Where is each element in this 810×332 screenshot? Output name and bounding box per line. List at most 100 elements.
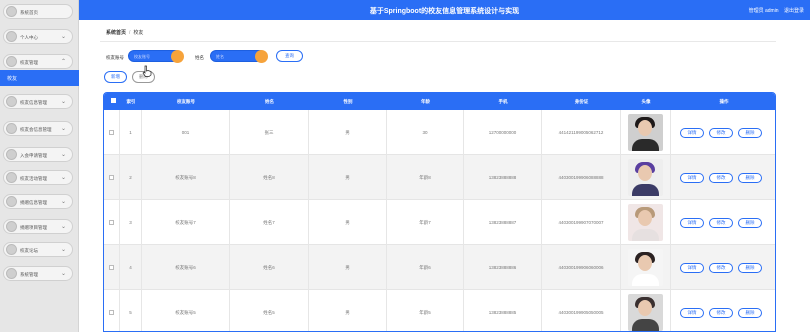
delete-button[interactable]: 删除 <box>738 308 762 318</box>
group-icon <box>6 123 17 134</box>
sidebar-item-donation[interactable]: 捐赠信息管理 ⌄ <box>3 194 73 209</box>
chevron-down-icon: ⌄ <box>60 126 66 132</box>
cell-age: 年龄5 <box>419 310 431 315</box>
detail-button[interactable]: 详情 <box>680 128 704 138</box>
chevron-down-icon: ⌄ <box>60 175 66 181</box>
table-row[interactable]: 4 校友账号6 姓名6 男 年龄6 13823888886 4403001999… <box>104 245 775 290</box>
sidebar-item-association[interactable]: 校友会信息管理 ⌄ <box>3 121 73 136</box>
edit-button[interactable]: 修改 <box>709 128 733 138</box>
cell-account: 校友账号8 <box>175 175 196 180</box>
edit-button[interactable]: 修改 <box>709 173 733 183</box>
sidebar-item-label: 校友活动管理 <box>20 176 47 181</box>
sidebar-item-label: 校友管理 <box>20 60 38 65</box>
add-button[interactable]: 新增 <box>104 71 127 83</box>
cell-name: 姓名5 <box>263 310 275 315</box>
edit-button[interactable]: 修改 <box>709 308 733 318</box>
avatar <box>628 159 663 196</box>
sidebar-item-alumni-info[interactable]: 校友信息管理 ⌄ <box>3 94 73 109</box>
cell-idcard: 440300199905050005 <box>558 310 604 315</box>
sidebar-item-label: 校友信息管理 <box>20 100 47 105</box>
sidebar-item-forum[interactable]: 校友论坛 ⌄ <box>3 242 73 257</box>
chevron-down-icon: ⌄ <box>60 224 66 230</box>
cell-gender: 男 <box>345 220 350 225</box>
col-name: 姓名 <box>265 99 274 104</box>
cell-name: 姓名8 <box>263 175 275 180</box>
sidebar: 系统首页 个人中心 ⌄ 校友管理 ⌃ 校友 校友信息管理 ⌄ 校友会信息管理 ⌄… <box>0 0 79 332</box>
cell-gender: 男 <box>345 265 350 270</box>
col-account: 校友账号 <box>177 99 195 104</box>
detail-button[interactable]: 详情 <box>680 263 704 273</box>
cell-index: 4 <box>129 265 132 270</box>
sidebar-item-donation-project[interactable]: 捐赠项目管理 ⌄ <box>3 219 73 234</box>
chevron-down-icon: ⌄ <box>60 247 66 253</box>
sidebar-item-home[interactable]: 系统首页 <box>3 4 73 19</box>
cell-phone: 13823888887 <box>488 220 517 225</box>
sidebar-item-label: 校友论坛 <box>20 248 38 253</box>
cell-gender: 男 <box>345 130 350 135</box>
cell-gender: 男 <box>345 175 350 180</box>
table-row[interactable]: 1 001 张三 男 30 12700000000 44142119900506… <box>104 110 775 155</box>
edit-button[interactable]: 修改 <box>709 218 733 228</box>
delete-button[interactable]: 删除 <box>738 263 762 273</box>
sidebar-item-alumni[interactable]: 校友管理 ⌃ <box>3 54 73 69</box>
cell-gender: 男 <box>345 310 350 315</box>
row-checkbox[interactable] <box>104 175 119 181</box>
cell-idcard: 440300199906088888 <box>558 175 604 180</box>
row-checkbox[interactable] <box>104 220 119 226</box>
sidebar-item-label: 校友会信息管理 <box>20 127 52 132</box>
name-search-input[interactable] <box>216 53 252 60</box>
delete-button[interactable]: 删除 <box>738 128 762 138</box>
detail-button[interactable]: 详情 <box>680 218 704 228</box>
alumni-table: 索引 校友账号 姓名 性别 年龄 手机 身份证 头像 操作 1 001 张三 男… <box>103 92 776 332</box>
cell-phone: 13823888885 <box>488 310 517 315</box>
detail-button[interactable]: 详情 <box>680 173 704 183</box>
sidebar-item-activity[interactable]: 校友活动管理 ⌄ <box>3 170 73 185</box>
col-gender: 性别 <box>343 99 353 104</box>
account-search-label: 校友账号 <box>106 55 124 60</box>
sidebar-item-system[interactable]: 系统管理 ⌄ <box>3 266 73 281</box>
avatar <box>628 294 663 331</box>
select-all-checkbox[interactable] <box>111 98 116 104</box>
cell-age: 年龄6 <box>419 265 431 270</box>
account-search-field[interactable] <box>128 50 184 63</box>
header-user-area: 管理员 admin 退出登录 <box>745 7 804 14</box>
calendar-icon <box>6 172 17 183</box>
divider <box>100 41 776 42</box>
row-checkbox[interactable] <box>104 310 119 316</box>
sidebar-subitem-alumni[interactable]: 校友 <box>0 70 79 86</box>
row-checkbox[interactable] <box>104 130 119 136</box>
breadcrumb-home[interactable]: 系统首页 <box>106 30 126 36</box>
col-index: 索引 <box>126 99 136 104</box>
cell-name: 姓名6 <box>263 265 275 270</box>
table-row[interactable]: 3 校友账号7 姓名7 男 年龄7 13823888887 4403001999… <box>104 200 775 245</box>
info-icon <box>6 96 17 107</box>
cell-phone: 12700000000 <box>488 130 517 135</box>
name-search-label: 姓名 <box>195 55 204 60</box>
breadcrumb-current: 校友 <box>133 30 144 36</box>
settings-icon <box>6 268 17 279</box>
chevron-down-icon: ⌄ <box>60 152 66 158</box>
detail-button[interactable]: 详情 <box>680 308 704 318</box>
cell-name: 张三 <box>264 130 274 135</box>
row-checkbox[interactable] <box>104 265 119 271</box>
edit-button[interactable]: 修改 <box>709 263 733 273</box>
sidebar-item-membership[interactable]: 入会申请管理 ⌄ <box>3 147 73 162</box>
sidebar-item-label: 入会申请管理 <box>20 153 47 158</box>
cell-age: 年龄7 <box>419 220 431 225</box>
chevron-down-icon: ⌄ <box>60 34 66 40</box>
chevron-down-icon: ⌄ <box>60 271 66 277</box>
sidebar-item-profile[interactable]: 个人中心 ⌄ <box>3 29 73 44</box>
delete-button[interactable]: 删除 <box>738 173 762 183</box>
cell-index: 1 <box>129 130 132 135</box>
cell-account: 001 <box>181 130 190 135</box>
user-icon <box>6 31 17 42</box>
account-search-input[interactable] <box>134 53 170 60</box>
logout-link[interactable]: 退出登录 <box>784 8 804 14</box>
cell-idcard: 440300199906060006 <box>558 265 604 270</box>
search-button[interactable]: 查询 <box>276 50 303 62</box>
cell-index: 3 <box>129 220 132 225</box>
delete-button[interactable]: 删除 <box>738 218 762 228</box>
name-search-field[interactable] <box>210 50 268 63</box>
table-row[interactable]: 2 校友账号8 姓名8 男 年龄8 13823888888 4403001999… <box>104 155 775 200</box>
table-row[interactable]: 5 校友账号5 姓名5 男 年龄5 13823888885 4403001999… <box>104 290 775 331</box>
